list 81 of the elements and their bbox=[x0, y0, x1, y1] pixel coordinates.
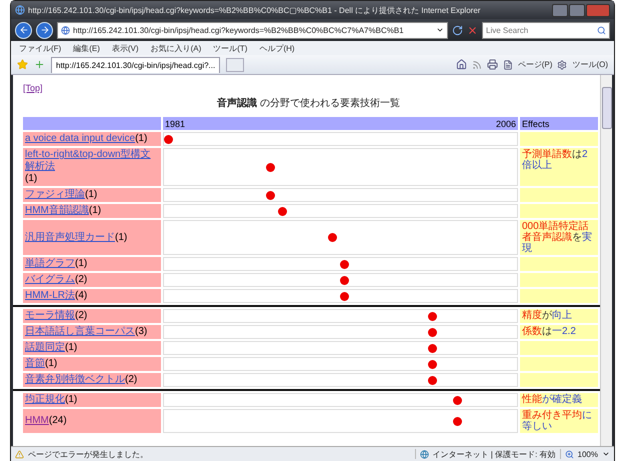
effects-text: 性能が確定義 bbox=[522, 394, 582, 405]
back-button[interactable] bbox=[15, 22, 32, 38]
term-text: ファジィ理論(1) bbox=[25, 189, 98, 201]
term-link[interactable]: HMM音韻認識 bbox=[25, 205, 89, 217]
print-icon[interactable] bbox=[486, 59, 498, 70]
term-text: モーラ情報(2) bbox=[25, 310, 88, 322]
term-text: 音素弁別特徴ベクトル(2) bbox=[25, 374, 138, 386]
page-icon bbox=[502, 60, 513, 70]
browser-icon bbox=[15, 5, 25, 15]
term-link[interactable]: 音節 bbox=[25, 358, 45, 370]
term-text: HMM-LR法(4) bbox=[25, 290, 88, 302]
term-text: 均正規化(1) bbox=[25, 394, 78, 406]
term-text: 日本語話し言葉コーパス(3) bbox=[25, 326, 148, 338]
maximize-button[interactable] bbox=[569, 4, 585, 16]
term-link[interactable]: ファジィ理論 bbox=[25, 189, 85, 201]
term-link[interactable]: モーラ情報 bbox=[25, 310, 75, 322]
term-link[interactable]: left-to-right&top-down型構文解析法 bbox=[25, 149, 159, 173]
forward-button[interactable] bbox=[36, 22, 53, 38]
term-link[interactable]: HMM bbox=[25, 415, 49, 427]
zone-text: インターネット | 保護モード: 有効 bbox=[432, 448, 556, 460]
warning-icon bbox=[15, 450, 24, 458]
zoom-dropdown-icon[interactable] bbox=[602, 450, 610, 458]
close-button[interactable] bbox=[586, 4, 610, 16]
effects-text: 精度が向上 bbox=[522, 310, 572, 321]
stop-icon[interactable] bbox=[467, 24, 478, 36]
dropdown-icon bbox=[436, 26, 444, 34]
term-link[interactable]: 音素弁別特徴ベクトル bbox=[25, 374, 125, 386]
address-field[interactable]: http://165.242.101.30/cgi-bin/ipsj/head.cgi?keywords=%B2%BB%C0%BC%C7%A7%BC%B1 bbox=[57, 22, 448, 38]
search-icon bbox=[597, 26, 606, 34]
start-year: 1981 bbox=[165, 118, 186, 128]
menu-item[interactable]: ヘルプ(H) bbox=[259, 42, 295, 54]
effects-text: 予測単語数は2倍以上 bbox=[522, 149, 588, 171]
arrow-right-icon bbox=[40, 25, 50, 35]
term-link[interactable]: 単語グラフ bbox=[25, 258, 75, 270]
menu-item[interactable]: 表示(V) bbox=[112, 42, 139, 54]
term-text: 音節(1) bbox=[25, 358, 58, 370]
zoom-icon bbox=[564, 450, 574, 458]
effects-text: 重み付き平均に等しい bbox=[522, 410, 592, 432]
term-link[interactable]: 話題同定 bbox=[25, 342, 65, 354]
end-year: 2006 bbox=[496, 118, 516, 128]
term-text: left-to-right&top-down型構文解析法 (1) bbox=[25, 149, 159, 185]
term-text: HMM音韻認識(1) bbox=[25, 205, 102, 217]
gear-icon bbox=[557, 60, 568, 70]
new-tab-button[interactable] bbox=[226, 58, 244, 72]
page-menu[interactable]: ページ(P) bbox=[518, 59, 552, 70]
term-text: 話題同定(1) bbox=[25, 342, 78, 354]
menu-item[interactable]: ツール(T) bbox=[213, 42, 248, 54]
browser-tab[interactable]: http://165.242.101.30/cgi-bin/ipsj/head.cgi?... bbox=[51, 56, 220, 72]
search-input[interactable]: Live Search bbox=[486, 26, 597, 34]
term-link[interactable]: HMM-LR法 bbox=[25, 290, 75, 302]
term-link[interactable]: 汎用音声処理カード bbox=[25, 232, 115, 244]
term-text: バイグラム(2) bbox=[25, 274, 88, 286]
term-text: 汎用音声処理カード(1) bbox=[25, 232, 128, 244]
term-text: 単語グラフ(1) bbox=[25, 258, 88, 270]
term-link[interactable]: 均正規化 bbox=[25, 394, 65, 406]
window-title: http://165.242.101.30/cgi-bin/ipsj/head.cgi?keywords=%B2%BB%C0%BC▢%BC%B1 - Dell により提供された Internet Explorer bbox=[28, 4, 482, 16]
page-heading: 音声認識 の分野で使われる要素技術一覧 bbox=[216, 96, 401, 110]
feed-icon[interactable] bbox=[472, 60, 482, 70]
refresh-icon[interactable] bbox=[452, 24, 463, 36]
tools-menu[interactable]: ツール(O) bbox=[572, 59, 608, 70]
term-text: a voice data input device(1) bbox=[25, 133, 148, 145]
top-link[interactable]: [Top] bbox=[23, 83, 43, 93]
menu-item[interactable]: お気に入り(A) bbox=[150, 42, 202, 54]
menu-item[interactable]: ファイル(F) bbox=[19, 42, 62, 54]
term-link[interactable]: 日本語話し言葉コーパス bbox=[25, 326, 135, 338]
status-message: ページでエラーが発生しました。 bbox=[28, 448, 148, 460]
effects-header: Effects bbox=[520, 117, 598, 130]
add-favorite-icon[interactable] bbox=[34, 59, 45, 70]
page-icon bbox=[61, 26, 70, 34]
arrow-left-icon bbox=[18, 25, 28, 35]
term-link[interactable]: バイグラム bbox=[25, 274, 75, 286]
effects-text: 係数は一2.2 bbox=[522, 326, 576, 337]
search-field[interactable]: Live Search bbox=[482, 22, 610, 38]
globe-icon bbox=[420, 450, 429, 458]
minimize-button[interactable] bbox=[552, 4, 568, 16]
term-text: HMM(24) bbox=[25, 415, 67, 427]
term-link[interactable]: a voice data input device bbox=[25, 133, 136, 145]
effects-text: 000単語特定話者音声認識を実現 bbox=[522, 221, 592, 254]
zoom-level[interactable]: 100% bbox=[578, 450, 598, 458]
menu-item[interactable]: 編集(E) bbox=[73, 42, 100, 54]
home-icon[interactable] bbox=[456, 59, 467, 70]
